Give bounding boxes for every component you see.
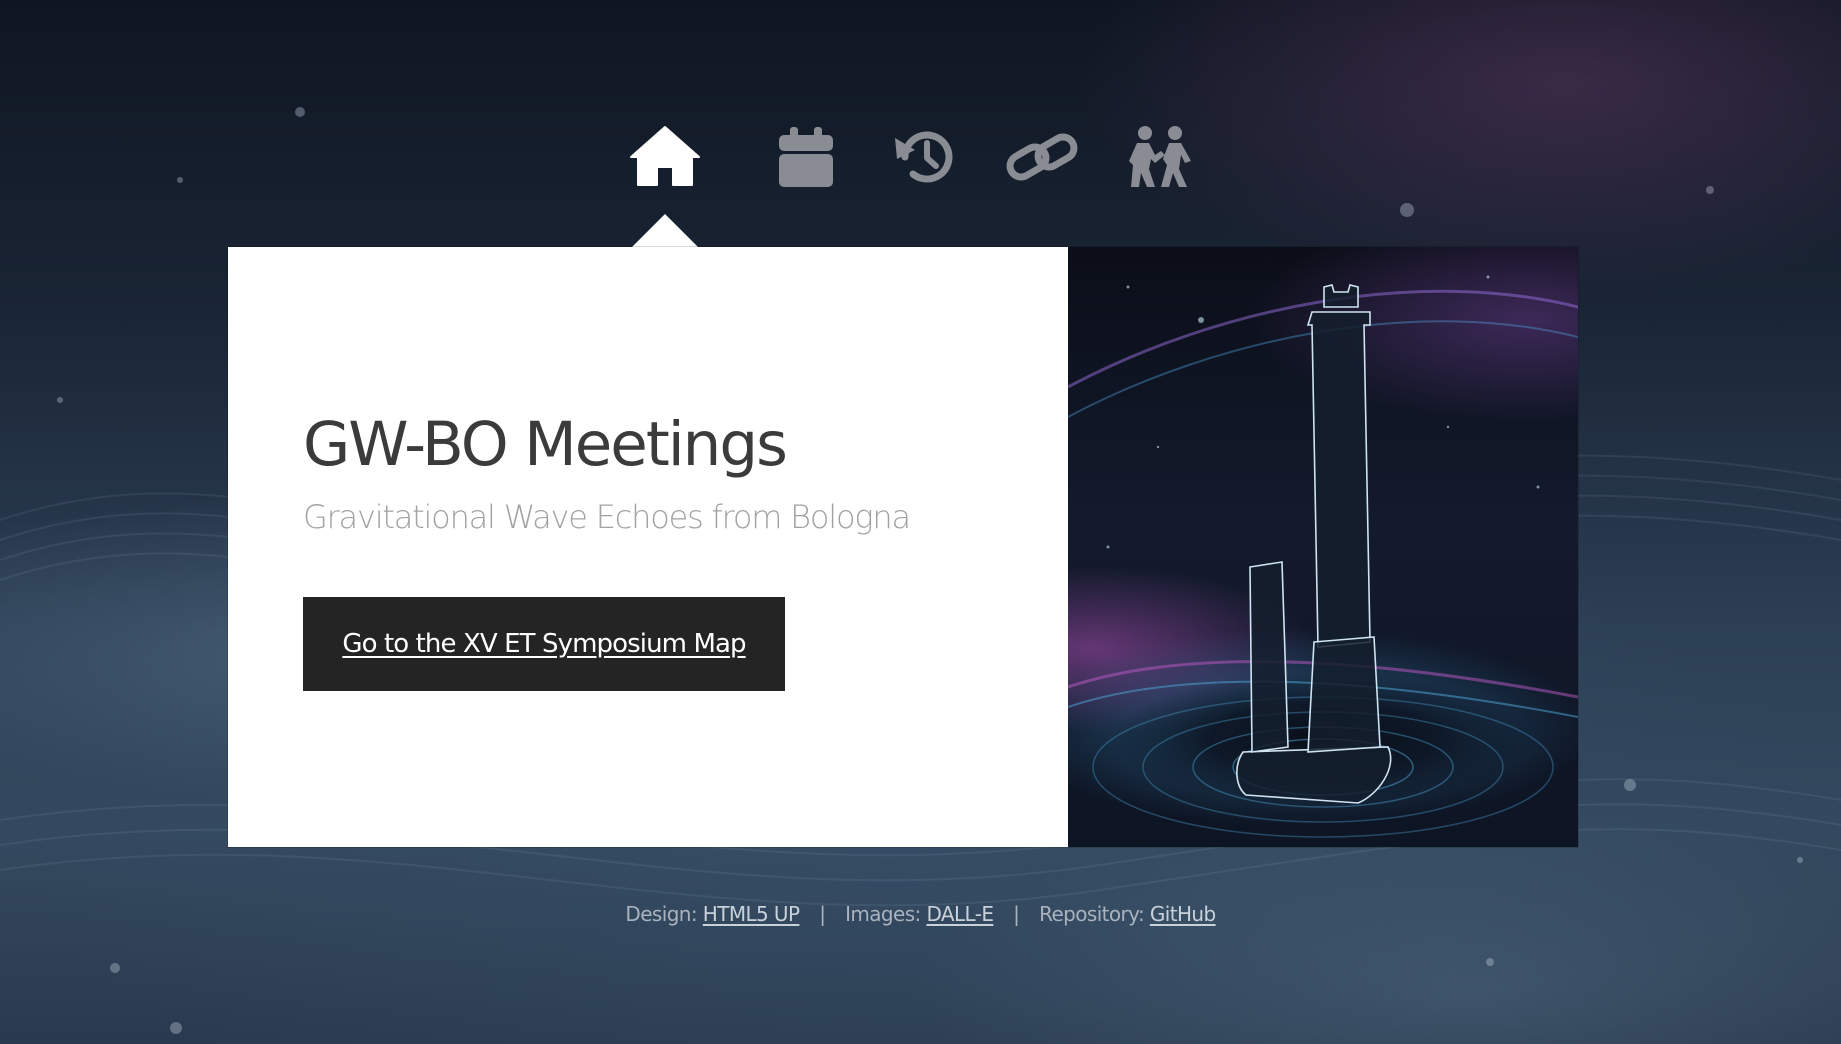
page-title: GW-BO Meetings (303, 409, 788, 480)
main-nav (629, 122, 1219, 192)
nav-item-people[interactable] (1101, 122, 1219, 192)
home-icon (630, 126, 700, 186)
nav-item-calendar[interactable] (747, 122, 865, 192)
footer-images-link[interactable]: DALL-E (926, 902, 994, 926)
intro-content: GW-BO Meetings Gravitational Wave Echoes… (228, 247, 1068, 847)
footer-repo-label: Repository: (1039, 902, 1145, 926)
footer-separator: | (1013, 902, 1020, 926)
page-subtitle: Gravitational Wave Echoes from Bologna (303, 498, 911, 536)
towers-illustration (1068, 275, 1578, 838)
link-icon (1006, 133, 1078, 181)
nav-item-links[interactable] (983, 122, 1101, 192)
symposium-map-button[interactable]: Go to the XV ET Symposium Map (303, 597, 785, 691)
nav-item-history[interactable] (865, 122, 983, 192)
site-footer: Design: HTML5 UP | Images: DALL-E | Repo… (0, 902, 1841, 926)
footer-images-label: Images: (845, 902, 921, 926)
footer-design-link[interactable]: HTML5 UP (703, 902, 800, 926)
active-nav-indicator (632, 214, 698, 247)
nav-item-home[interactable] (629, 122, 701, 192)
footer-separator: | (819, 902, 826, 926)
footer-repo-link[interactable]: GitHub (1150, 902, 1216, 926)
bologna-towers-image (1068, 247, 1578, 847)
footer-design-label: Design: (625, 902, 698, 926)
people-icon (1129, 126, 1191, 187)
calendar-icon (779, 127, 833, 187)
history-icon (895, 131, 953, 183)
intro-card: GW-BO Meetings Gravitational Wave Echoes… (228, 247, 1578, 847)
